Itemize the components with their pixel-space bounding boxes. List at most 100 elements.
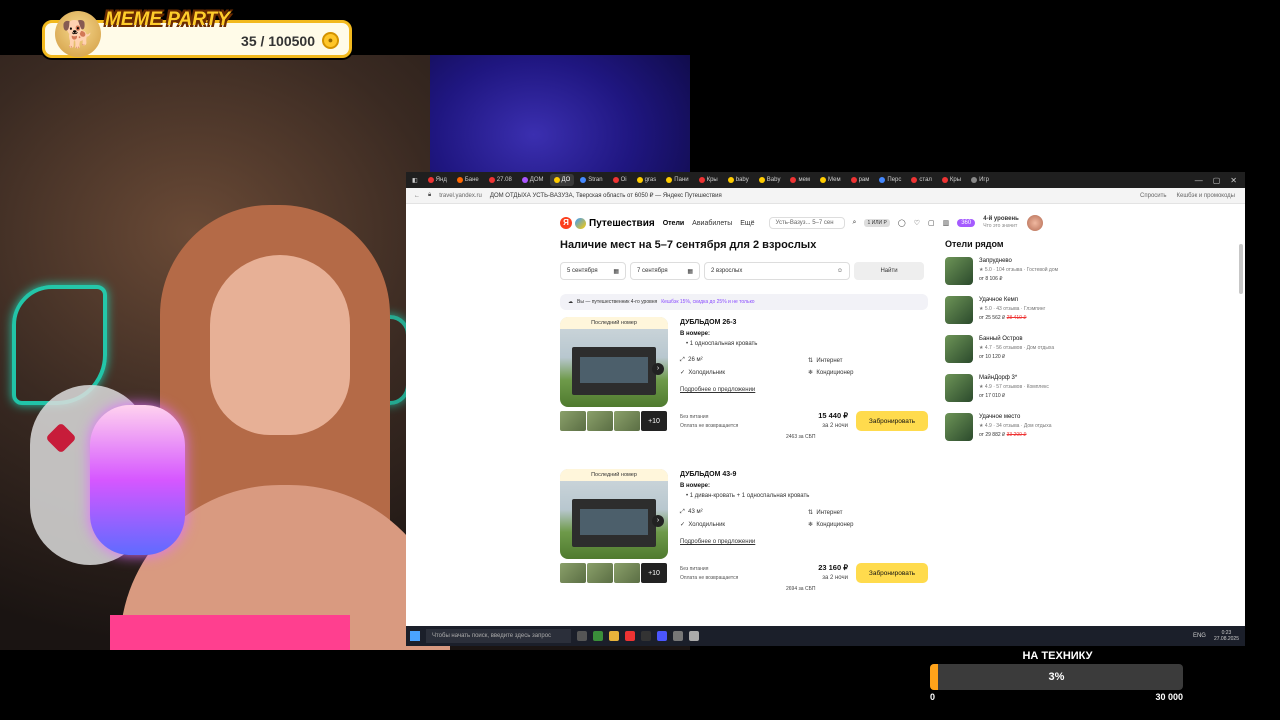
guests-field[interactable]: 2 взрослых ☺ bbox=[704, 262, 850, 280]
browser-tab[interactable]: Бане bbox=[453, 174, 483, 186]
browser-tab[interactable]: baby bbox=[724, 174, 753, 186]
thumbnail[interactable] bbox=[587, 411, 613, 431]
back-icon[interactable]: ← bbox=[414, 193, 420, 199]
thumbnail[interactable] bbox=[614, 563, 640, 583]
bag-icon[interactable]: ▢ bbox=[928, 219, 935, 227]
browser-tab[interactable]: мем bbox=[786, 174, 814, 186]
room-photo[interactable]: Последний номер › bbox=[560, 469, 668, 559]
browser-tab[interactable]: Мем bbox=[816, 174, 845, 186]
browser-tab[interactable]: Кры bbox=[938, 174, 965, 186]
thumbnail[interactable] bbox=[560, 563, 586, 583]
checkout-field[interactable]: 7 сентября ▦ bbox=[630, 262, 700, 280]
scrollbar[interactable] bbox=[1239, 244, 1243, 294]
hotel-thumbnail[interactable] bbox=[945, 257, 973, 285]
hotel-name[interactable]: Удачное место bbox=[979, 413, 1052, 422]
promo-banner[interactable]: ☁ Вы — путешественник 4-го уровня Кешбэк… bbox=[560, 294, 928, 310]
next-photo-icon[interactable]: › bbox=[652, 515, 664, 527]
more-photos[interactable]: +10 bbox=[641, 563, 667, 583]
nearby-hotel-card[interactable]: Банный Остров ★ 4.7 · 56 отзывов · Дом о… bbox=[945, 335, 1105, 374]
thumbnail[interactable] bbox=[614, 411, 640, 431]
hotel-thumbnail[interactable] bbox=[945, 413, 973, 441]
checkin-field[interactable]: 5 сентября ▦ bbox=[560, 262, 626, 280]
app-icon[interactable] bbox=[689, 631, 699, 641]
clock[interactable]: 0:23 27.08.2025 bbox=[1214, 630, 1239, 642]
nearby-hotel-card[interactable]: Удачное место ★ 4.9 · 34 отзыва · Дом от… bbox=[945, 413, 1105, 452]
ask-button[interactable]: Спросить bbox=[1140, 193, 1166, 199]
browser-tab[interactable]: рам bbox=[847, 174, 874, 186]
yandex-icon[interactable] bbox=[625, 631, 635, 641]
next-photo-icon[interactable]: › bbox=[652, 363, 664, 375]
maximize-icon[interactable]: ▢ bbox=[1213, 176, 1221, 185]
offer-details-link[interactable]: Подробнее о предложении bbox=[680, 539, 755, 545]
store-icon[interactable] bbox=[593, 631, 603, 641]
level-info[interactable]: 4-й уровень Что это значит bbox=[983, 216, 1019, 230]
browser-tab[interactable]: ДОМ bbox=[518, 174, 548, 186]
thumbnail[interactable] bbox=[560, 411, 586, 431]
browser-tab[interactable]: Кры bbox=[695, 174, 722, 186]
browser-tab[interactable]: ДО bbox=[549, 174, 575, 186]
browser-tab[interactable]: Baby bbox=[755, 174, 785, 186]
room-name[interactable]: ДУБЛЬДОМ 43-9 bbox=[680, 471, 736, 478]
tab-sidebar-icon[interactable]: ◧ bbox=[408, 174, 422, 186]
hotel-thumbnail[interactable] bbox=[945, 335, 973, 363]
hotel-name[interactable]: Банный Остров bbox=[979, 335, 1054, 344]
tab-label: Мем bbox=[828, 177, 841, 183]
nav-flights[interactable]: Авиабилеты bbox=[692, 220, 732, 227]
find-button[interactable]: Найти bbox=[854, 262, 924, 280]
url-text[interactable]: travel.yandex.ru bbox=[439, 193, 482, 199]
browser-tab[interactable]: Игр bbox=[967, 174, 993, 186]
settings-icon[interactable] bbox=[673, 631, 683, 641]
book-button[interactable]: Забронировать bbox=[856, 563, 928, 583]
task-view-icon[interactable] bbox=[577, 631, 587, 641]
minimize-icon[interactable]: — bbox=[1195, 176, 1203, 185]
taskbar-search[interactable]: Чтобы начать поиск, введите здесь запрос bbox=[426, 629, 571, 643]
nearby-hotel-card[interactable]: МайнДорф 3* ★ 4.9 · 57 отзывов · Комплек… bbox=[945, 374, 1105, 413]
address-bar[interactable]: ← 🔒︎ travel.yandex.ru ДОМ ОТДЫХА УСТЬ-ВА… bbox=[406, 188, 1245, 204]
offer-details-link[interactable]: Подробнее о предложении bbox=[680, 387, 755, 393]
nearby-hotel-card[interactable]: Удачное Кемп ★ 5.0 · 43 отзыва · Глэмпин… bbox=[945, 296, 1105, 335]
points-badge[interactable]: 360 bbox=[957, 219, 976, 227]
chat-icon[interactable]: ◯ bbox=[898, 219, 906, 227]
goal-percent: 3% bbox=[1048, 671, 1065, 683]
book-button[interactable]: Забронировать bbox=[856, 411, 928, 431]
hotel-name[interactable]: Запруднево bbox=[979, 257, 1058, 266]
lang-indicator[interactable]: ENG bbox=[1193, 633, 1206, 639]
plus-badge[interactable]: 1 ИЛИ Р bbox=[864, 219, 890, 227]
thumbnail[interactable] bbox=[587, 563, 613, 583]
book-icon[interactable]: ▥ bbox=[943, 219, 950, 227]
site-logo[interactable]: Я Путешествия bbox=[560, 217, 655, 229]
browser-tab[interactable]: стал bbox=[907, 174, 936, 186]
browser-icon[interactable] bbox=[641, 631, 651, 641]
last-room-badge: Последний номер bbox=[560, 469, 668, 481]
hotel-name[interactable]: Удачное Кемп bbox=[979, 296, 1045, 305]
more-photos[interactable]: +10 bbox=[641, 411, 667, 431]
nearby-hotel-card[interactable]: Запруднево ★ 5.0 · 104 отзыва · Гостевой… bbox=[945, 257, 1105, 296]
promo-link[interactable]: Кешбэк 15%, скидка до 25% и не только bbox=[661, 299, 754, 305]
tab-label: стал bbox=[919, 177, 932, 183]
room-name[interactable]: ДУБЛЬДОМ 26-3 bbox=[680, 319, 736, 326]
cashback-button[interactable]: Кешбэк и промокоды bbox=[1177, 193, 1235, 199]
browser-tab[interactable]: Янд bbox=[424, 174, 451, 186]
browser-tab[interactable]: 27.08 bbox=[485, 174, 516, 186]
folder-icon[interactable] bbox=[609, 631, 619, 641]
browser-tab[interactable]: Stran bbox=[576, 174, 606, 186]
browser-tab[interactable]: Oi bbox=[609, 174, 631, 186]
tab-label: мем bbox=[798, 177, 811, 183]
search-icon[interactable]: ⌕ bbox=[853, 219, 857, 227]
heart-icon[interactable]: ♡ bbox=[914, 219, 920, 227]
windows-start-icon[interactable] bbox=[410, 631, 420, 641]
browser-tab[interactable]: Пани bbox=[662, 174, 692, 186]
browser-tab[interactable]: Перс bbox=[875, 174, 905, 186]
hotel-thumbnail[interactable] bbox=[945, 374, 973, 402]
close-icon[interactable]: ✕ bbox=[1230, 176, 1237, 185]
nav-more[interactable]: Ещё bbox=[740, 220, 754, 227]
hotel-name[interactable]: МайнДорф 3* bbox=[979, 374, 1049, 383]
room-photo[interactable]: Последний номер › bbox=[560, 317, 668, 407]
header-search[interactable]: Усть-Вазуз... 5–7 сен bbox=[768, 217, 845, 229]
nav-hotels[interactable]: Отели bbox=[663, 220, 685, 227]
hotel-thumbnail[interactable] bbox=[945, 296, 973, 324]
tab-label: 27.08 bbox=[496, 177, 512, 183]
avatar[interactable] bbox=[1026, 215, 1043, 231]
browser-tab[interactable]: gras bbox=[633, 174, 661, 186]
obs-icon[interactable] bbox=[657, 631, 667, 641]
